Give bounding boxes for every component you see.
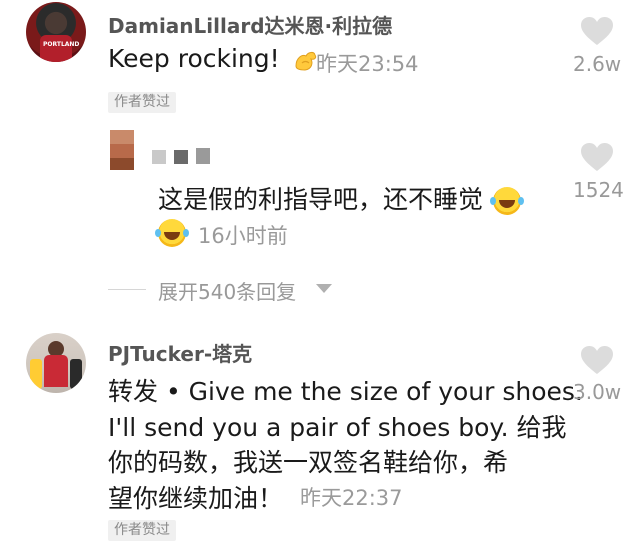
comment-line: 转发 • Give me the size of your shoes.	[108, 377, 583, 406]
comment-line: 望你继续加油！	[108, 484, 284, 513]
comment-body: Keep rocking!	[108, 44, 280, 73]
avatar[interactable]	[110, 130, 134, 170]
reply-meta	[155, 219, 186, 247]
avatar[interactable]	[26, 333, 86, 393]
username[interactable]: PJTucker-塔克	[108, 338, 252, 367]
avatar-figure	[44, 355, 68, 387]
avatar-figure	[70, 359, 82, 389]
comment-time: 昨天22:37	[300, 486, 403, 510]
comment-line: 你的码数，我送一双签名鞋给你，希	[108, 448, 509, 477]
jersey-graphic: PORTLAND	[40, 35, 79, 62]
username-redacted-block	[152, 150, 166, 164]
username-redacted-block	[196, 148, 210, 164]
author-liked-tag: 作者赞过	[108, 520, 176, 541]
username-redacted-block	[174, 150, 188, 164]
face-with-tears-of-joy-icon	[489, 187, 521, 215]
reply-text: 这是假的利指导吧，还不睡觉	[158, 180, 521, 216]
like-heart-icon[interactable]	[580, 142, 614, 172]
reply-body: 这是假的利指导吧，还不睡觉	[158, 185, 484, 214]
chevron-down-icon[interactable]	[316, 284, 332, 293]
face-with-tears-of-joy-icon	[155, 219, 186, 247]
comment-time: 昨天23:54	[316, 52, 419, 76]
like-count: 1524	[573, 178, 624, 202]
like-count: 3.0w	[573, 380, 622, 404]
like-count: 2.6w	[573, 52, 622, 76]
divider	[108, 289, 146, 290]
like-heart-icon[interactable]	[580, 16, 614, 46]
avatar-figure	[30, 359, 42, 389]
author-liked-tag: 作者赞过	[108, 92, 176, 113]
expand-replies-button[interactable]: 展开540条回复	[158, 276, 296, 305]
username[interactable]: DamianLillard达米恩·利拉德	[108, 10, 392, 39]
like-heart-icon[interactable]	[580, 345, 614, 375]
comment-line: I'll send you a pair of shoes boy. 给我	[108, 413, 567, 442]
avatar[interactable]: PORTLAND	[26, 2, 86, 62]
comment-text: Keep rocking!	[108, 44, 320, 74]
reply-time: 16小时前	[198, 224, 288, 248]
